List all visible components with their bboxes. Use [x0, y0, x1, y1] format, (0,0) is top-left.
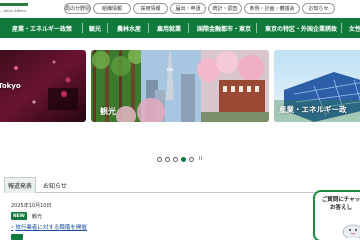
- nav-item-women[interactable]: 女性: [349, 18, 360, 38]
- carousel-slide[interactable]: Tokyo: [0, 50, 86, 122]
- hero-carousel: Tokyo 観光 産業・エネルギー政: [0, 46, 360, 128]
- nav-item-tourism[interactable]: 観光: [89, 18, 101, 38]
- site-logo[interactable]: [0, 3, 28, 6]
- nav-divider: [256, 23, 257, 33]
- chatbot-widget[interactable]: ご質問にチャッ お答えし: [313, 190, 360, 240]
- utility-link-organization[interactable]: 組織情報: [93, 3, 131, 14]
- utility-nav: 局の分野別 組織情報 採用情報 届出・申請 統計・調査 条例・計画・審議会 お知…: [64, 3, 335, 14]
- chevron-right-icon: ›: [11, 223, 14, 231]
- slide-caption: Tokyo: [0, 82, 21, 90]
- news-link[interactable]: › 旅行業者に対する職階を開催: [11, 223, 87, 232]
- nav-divider: [148, 23, 149, 33]
- pause-icon[interactable]: II: [199, 156, 202, 162]
- carousel-slide-industry[interactable]: 産業・エネルギー政: [274, 50, 360, 122]
- news-date: 2025年10月10日: [11, 203, 52, 209]
- carousel-dot[interactable]: [189, 156, 194, 162]
- carousel-dot-active[interactable]: [181, 156, 186, 162]
- slide-image: [91, 50, 269, 122]
- nav-divider: [188, 23, 189, 33]
- new-badge: NEW: [11, 212, 27, 220]
- carousel-dot[interactable]: [165, 156, 170, 162]
- news-tabs: 報道発表 お知らせ: [4, 175, 360, 193]
- carousel-slide-tourism[interactable]: 観光: [91, 50, 269, 122]
- carousel-pagination: II: [157, 156, 202, 162]
- nav-divider: [107, 23, 108, 33]
- nav-item-industry-energy[interactable]: 産業・エネルギー政策: [12, 18, 72, 38]
- nav-item-finance-city[interactable]: 国際金融都市・東京: [197, 18, 251, 38]
- new-badge-secondary: [11, 234, 23, 240]
- main-nav: 産業・エネルギー政策 観光 農林水産 雇用就業 国際金融都市・東京 東京の特区・…: [0, 18, 360, 38]
- news-category: 観光: [32, 214, 43, 220]
- mascot-icon: [342, 224, 360, 238]
- site-subtitle: ...ation Affairs: [0, 9, 27, 13]
- carousel-dot[interactable]: [173, 156, 178, 162]
- chatbot-line-1: ご質問にチャッ: [321, 197, 360, 203]
- utility-link-ordinances[interactable]: 条例・計画・審議会: [244, 3, 300, 14]
- utility-link-notices[interactable]: お知らせ: [302, 3, 335, 14]
- carousel-dot[interactable]: [157, 156, 162, 162]
- chatbot-message: ご質問にチャッ お答えし: [318, 196, 360, 220]
- nav-item-employment[interactable]: 雇用就業: [157, 18, 181, 38]
- nav-divider: [82, 23, 83, 33]
- slide-caption-industry: 産業・エネルギー政: [279, 105, 347, 114]
- utility-link-fields[interactable]: 局の分野別: [64, 3, 91, 14]
- utility-link-recruit[interactable]: 採用情報: [133, 3, 168, 14]
- slide-caption-tourism: 観光: [100, 107, 116, 116]
- news-link-text: 旅行業者に対する職階を開催: [15, 225, 87, 231]
- utility-link-applications[interactable]: 届出・申請: [170, 3, 206, 14]
- utility-link-statistics[interactable]: 統計・調査: [208, 3, 242, 14]
- nav-item-special-zones[interactable]: 東京の特区・外国企業誘致: [265, 18, 337, 38]
- chatbot-line-2: お答えし: [329, 205, 352, 211]
- site-header: ...ation Affairs 局の分野別 組織情報 採用情報 届出・申請 統…: [0, 0, 360, 18]
- tab-notices[interactable]: お知らせ: [40, 177, 70, 193]
- nav-item-agriculture[interactable]: 農林水産: [117, 18, 141, 38]
- tab-press-releases[interactable]: 報道発表: [4, 177, 36, 193]
- nav-divider: [341, 23, 342, 33]
